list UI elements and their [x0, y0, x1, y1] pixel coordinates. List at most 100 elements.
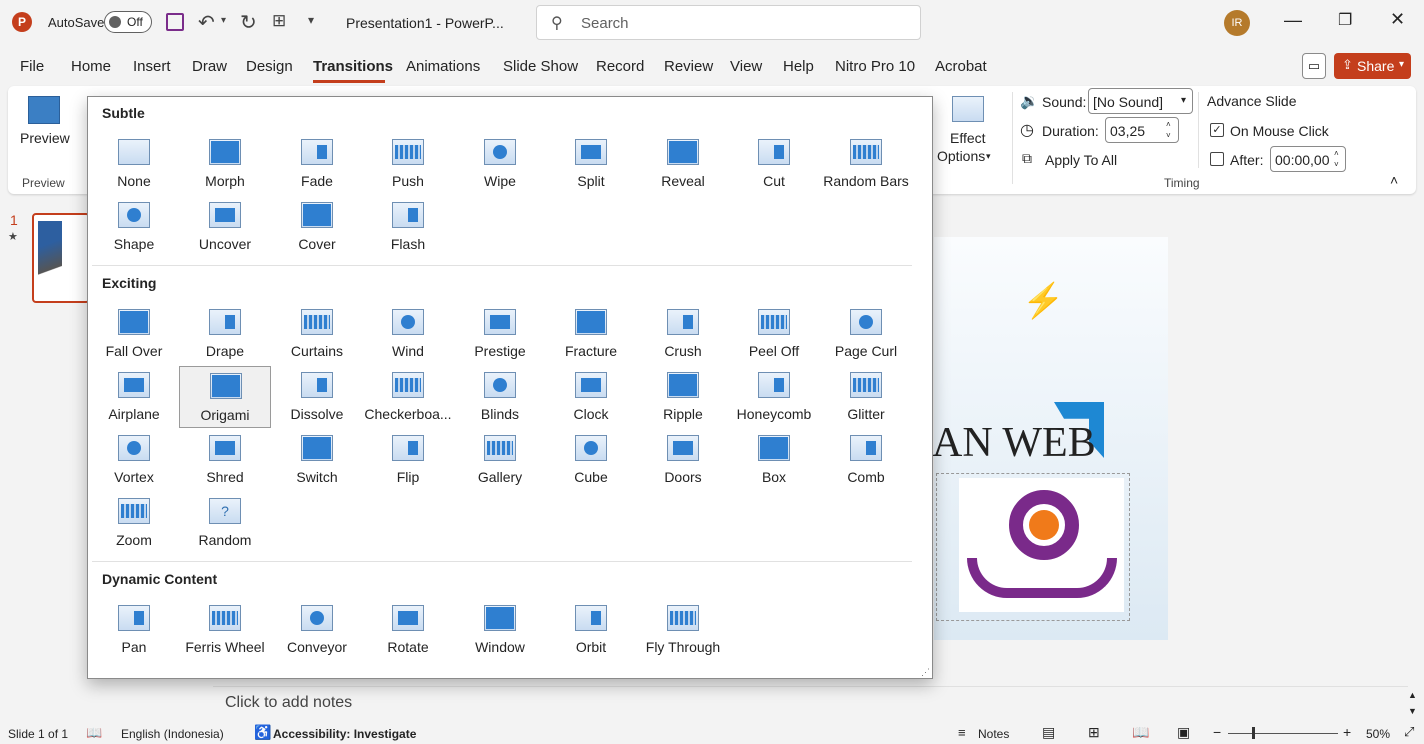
transition-cut[interactable]: Cut [728, 133, 820, 195]
zoom-slider[interactable] [1228, 727, 1338, 739]
zoom-level[interactable]: 50% [1366, 727, 1390, 741]
search-box[interactable]: ⚲ Search [536, 5, 921, 40]
transition-checkerboa[interactable]: Checkerboa... [362, 366, 454, 428]
zoom-out-icon[interactable]: − [1213, 724, 1221, 740]
tab-record[interactable]: Record [596, 58, 644, 75]
slide-show-icon[interactable]: ▣ [1177, 724, 1190, 741]
transition-peel-off[interactable]: Peel Off [728, 303, 820, 365]
tab-review[interactable]: Review [664, 58, 713, 75]
transition-fracture[interactable]: Fracture [545, 303, 637, 365]
tab-nitro[interactable]: Nitro Pro 10 [835, 58, 915, 75]
transition-doors[interactable]: Doors [637, 429, 729, 491]
notes-icon[interactable]: ≡ [958, 725, 966, 740]
transition-ripple[interactable]: Ripple [637, 366, 729, 428]
save-icon[interactable] [166, 13, 184, 31]
transition-conveyor[interactable]: Conveyor [271, 599, 363, 661]
transition-page-curl[interactable]: Page Curl [820, 303, 912, 365]
transition-clock[interactable]: Clock [545, 366, 637, 428]
zoom-in-icon[interactable]: + [1343, 724, 1351, 740]
scroll-down-icon[interactable]: ▼ [1408, 706, 1417, 716]
normal-view-icon[interactable]: ▤ [1042, 724, 1055, 741]
minimize-icon[interactable]: — [1284, 10, 1302, 31]
transition-none[interactable]: None [88, 133, 180, 195]
transition-gallery[interactable]: Gallery [454, 429, 546, 491]
notes-pane[interactable]: Click to add notes [213, 686, 1408, 720]
zoom-slider-thumb[interactable] [1252, 727, 1255, 739]
language-label[interactable]: English (Indonesia) [121, 727, 224, 741]
on-mouse-click-checkbox[interactable]: ✓ [1210, 123, 1224, 137]
transition-orbit[interactable]: Orbit [545, 599, 637, 661]
autosave-toggle[interactable]: Off [104, 11, 152, 33]
transition-flash[interactable]: Flash [362, 196, 454, 258]
effect-options-button[interactable]: Effect Options ▾ [934, 92, 1002, 166]
customize-toolbar-icon[interactable]: ▾ [308, 13, 314, 27]
transition-prestige[interactable]: Prestige [454, 303, 546, 365]
slide-sorter-icon[interactable]: ⊞ [1088, 724, 1100, 741]
preview-button[interactable]: Preview [16, 94, 70, 158]
transition-box[interactable]: Box [728, 429, 820, 491]
transition-wind[interactable]: Wind [362, 303, 454, 365]
slide-title[interactable]: AN WEB [932, 419, 1096, 467]
transition-random-bars[interactable]: Random Bars [820, 133, 912, 195]
tab-acrobat[interactable]: Acrobat [935, 58, 987, 75]
transition-switch[interactable]: Switch [271, 429, 363, 491]
comments-button[interactable]: ▭ [1302, 53, 1326, 79]
tab-transitions[interactable]: Transitions [313, 58, 393, 75]
transition-reveal[interactable]: Reveal [637, 133, 729, 195]
transition-honeycomb[interactable]: Honeycomb [728, 366, 820, 428]
transition-airplane[interactable]: Airplane [88, 366, 180, 428]
fit-slide-icon[interactable]: ⤢ [1404, 724, 1414, 740]
after-checkbox[interactable] [1210, 152, 1224, 166]
transition-glitter[interactable]: Glitter [820, 366, 912, 428]
logo-image[interactable] [959, 478, 1124, 612]
tab-animations[interactable]: Animations [406, 58, 480, 75]
close-icon[interactable]: ✕ [1390, 9, 1405, 30]
present-from-start-icon[interactable]: ⊞ [272, 11, 286, 31]
accessibility-icon[interactable]: ♿ [254, 724, 271, 741]
transition-vortex[interactable]: Vortex [88, 429, 180, 491]
slide-thumbnail[interactable] [32, 213, 90, 303]
transition-cube[interactable]: Cube [545, 429, 637, 491]
transition-zoom[interactable]: Zoom [88, 492, 180, 554]
transition-crush[interactable]: Crush [637, 303, 729, 365]
tab-view[interactable]: View [730, 58, 762, 75]
transition-cover[interactable]: Cover [271, 196, 363, 258]
spelling-icon[interactable]: 📖 [86, 725, 102, 741]
slide-canvas[interactable]: ⚡ AN WEB [932, 237, 1168, 640]
avatar[interactable]: IR [1224, 10, 1250, 36]
transition-random[interactable]: ? Random [179, 492, 271, 554]
tab-design[interactable]: Design [246, 58, 293, 75]
undo-icon[interactable]: ↶ [198, 10, 215, 35]
tab-slide-show[interactable]: Slide Show [503, 58, 578, 75]
share-button[interactable]: ⇪ Share ▾ [1334, 53, 1411, 79]
transition-rotate[interactable]: Rotate [362, 599, 454, 661]
transition-push[interactable]: Push [362, 133, 454, 195]
scroll-up-icon[interactable]: ▲ [1408, 690, 1417, 700]
transition-fade[interactable]: Fade [271, 133, 363, 195]
tab-file[interactable]: File [20, 58, 44, 75]
restore-icon[interactable]: ❐ [1338, 10, 1352, 30]
transition-fall-over[interactable]: Fall Over [88, 303, 180, 365]
powerpoint-icon[interactable]: P [12, 12, 32, 32]
reading-view-icon[interactable]: 📖 [1132, 724, 1149, 741]
transition-origami[interactable]: Origami [179, 366, 271, 428]
duration-spinner[interactable]: 03,25 ˄ ˅ [1105, 117, 1179, 143]
after-spinner[interactable]: 00:00,00 ˄ ˅ [1270, 146, 1346, 172]
transition-split[interactable]: Split [545, 133, 637, 195]
transition-dissolve[interactable]: Dissolve [271, 366, 363, 428]
transition-morph[interactable]: Morph [179, 133, 271, 195]
resize-grip-icon[interactable]: ⋰ [921, 667, 930, 678]
tab-insert[interactable]: Insert [133, 58, 171, 75]
spinner-arrows-icon[interactable]: ˄ ˅ [1166, 119, 1171, 141]
transition-wipe[interactable]: Wipe [454, 133, 546, 195]
transition-drape[interactable]: Drape [179, 303, 271, 365]
transition-pan[interactable]: Pan [88, 599, 180, 661]
transition-window[interactable]: Window [454, 599, 546, 661]
transition-uncover[interactable]: Uncover [179, 196, 271, 258]
transition-ferris-wheel[interactable]: Ferris Wheel [179, 599, 271, 661]
notes-button[interactable]: Notes [978, 727, 1009, 741]
redo-icon[interactable]: ↻ [240, 10, 257, 35]
tab-help[interactable]: Help [783, 58, 814, 75]
transition-comb[interactable]: Comb [820, 429, 912, 491]
transition-shred[interactable]: Shred [179, 429, 271, 491]
